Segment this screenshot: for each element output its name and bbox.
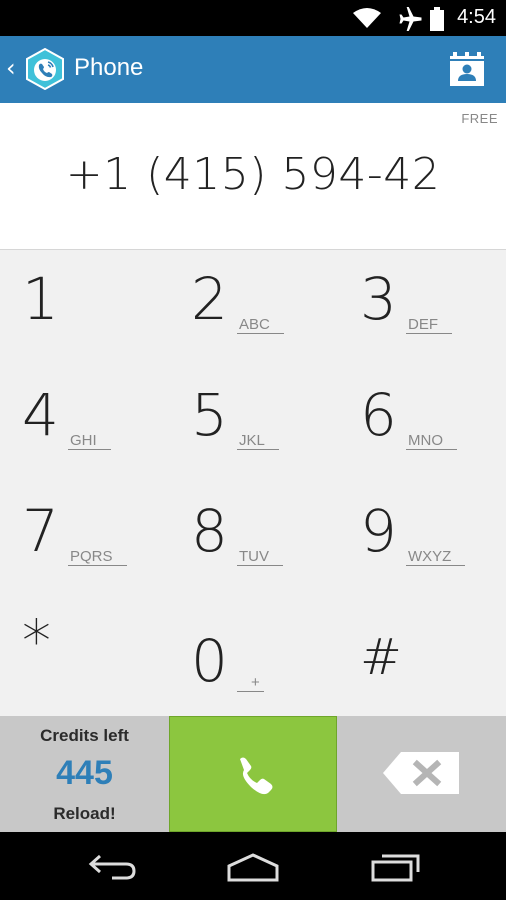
key-7[interactable]: 7 PQRS <box>0 482 168 598</box>
battery-icon <box>430 7 444 31</box>
recents-icon[interactable] <box>370 852 422 882</box>
action-bar: ‹ Phone <box>0 36 506 103</box>
dial-keypad: 1 2 ABC 3 DEF 4 GHI 5 JKL 6 MNO 7 PQRS 8… <box>0 250 506 716</box>
key-digit: 2 <box>191 265 228 333</box>
key-letters: PQRS <box>68 548 127 566</box>
backspace-button[interactable] <box>337 716 506 832</box>
key-letters: ABC <box>237 316 284 334</box>
phone-app-logo-icon[interactable] <box>24 48 66 90</box>
key-6[interactable]: 6 MNO <box>338 366 506 482</box>
key-digit: 4 <box>22 381 59 449</box>
key-letters: GHI <box>68 432 111 450</box>
reload-link[interactable]: Reload! <box>0 804 169 824</box>
key-digit: 3 <box>360 265 397 333</box>
contacts-book-icon[interactable] <box>448 50 486 88</box>
wifi-icon <box>353 8 381 28</box>
home-icon[interactable] <box>226 852 280 882</box>
key-digit: 1 <box>22 265 59 333</box>
key-letters: + <box>237 674 264 692</box>
key-digit: 7 <box>22 497 59 565</box>
free-label: FREE <box>461 111 498 126</box>
credits-label: Credits left <box>40 726 129 745</box>
page-title: Phone <box>74 54 144 81</box>
key-star[interactable]: * <box>0 598 168 714</box>
key-9[interactable]: 9 WXYZ <box>338 482 506 598</box>
phone-call-icon <box>240 757 273 795</box>
key-letters: MNO <box>406 432 457 450</box>
credits-panel[interactable]: Credits left 445 Reload! <box>0 716 169 832</box>
call-row: Credits left 445 Reload! <box>0 716 506 832</box>
key-digit: 0 <box>191 627 228 695</box>
back-icon[interactable] <box>88 852 138 882</box>
key-digit: 9 <box>360 497 397 565</box>
key-letters: TUV <box>237 548 283 566</box>
credits-amount: 445 <box>56 754 113 792</box>
key-0[interactable]: 0 + <box>169 598 337 714</box>
chevron-left-icon[interactable]: ‹ <box>6 54 16 82</box>
nav-bar <box>0 832 506 900</box>
key-1[interactable]: 1 <box>0 250 168 366</box>
key-digit: 8 <box>191 497 228 565</box>
key-letters: WXYZ <box>406 548 466 566</box>
key-digit: 6 <box>360 381 397 449</box>
call-button[interactable] <box>169 716 337 832</box>
key-3[interactable]: 3 DEF <box>338 250 506 366</box>
airplane-icon <box>399 7 422 31</box>
status-bar: 4:54 <box>0 0 506 36</box>
key-digit: # <box>360 628 402 686</box>
dialed-number: +1 (415) 594-42 <box>65 149 441 200</box>
key-digit: * <box>22 607 51 675</box>
key-5[interactable]: 5 JKL <box>169 366 337 482</box>
key-letters: JKL <box>237 432 279 450</box>
status-time: 4:54 <box>457 6 496 28</box>
key-2[interactable]: 2 ABC <box>169 250 337 366</box>
backspace-icon <box>383 752 459 794</box>
key-hash[interactable]: # <box>338 598 506 714</box>
key-4[interactable]: 4 GHI <box>0 366 168 482</box>
number-display: FREE +1 (415) 594-42 <box>0 103 506 250</box>
key-letters: DEF <box>406 316 452 334</box>
key-digit: 5 <box>191 381 228 449</box>
key-8[interactable]: 8 TUV <box>169 482 337 598</box>
